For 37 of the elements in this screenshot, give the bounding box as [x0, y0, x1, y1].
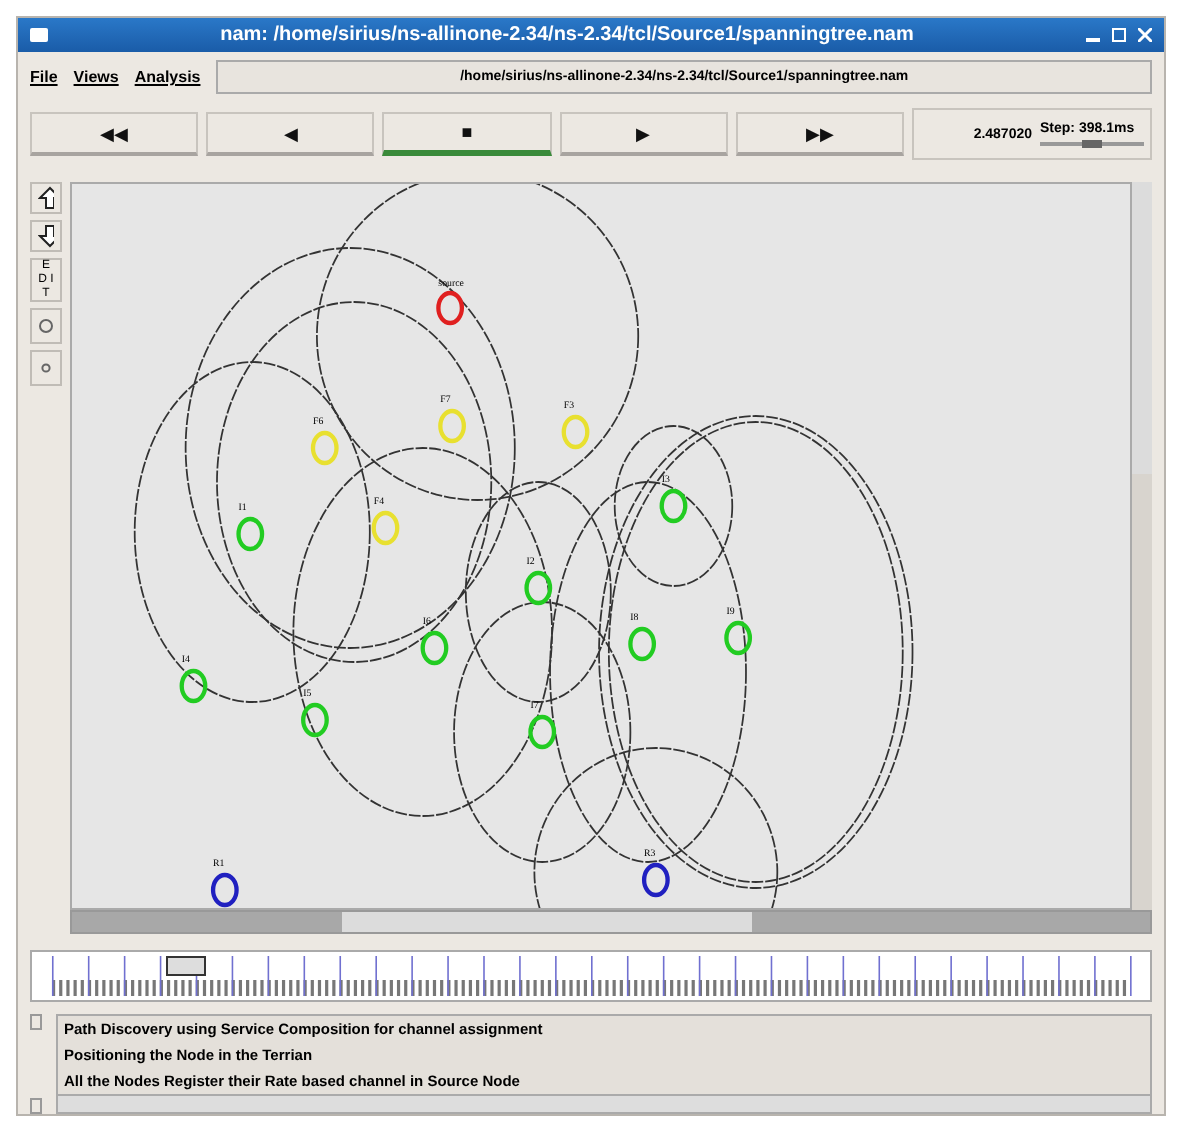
menu-item[interactable]: Analysis	[134, 68, 201, 86]
playback-button[interactable]: ▶	[559, 112, 728, 156]
menu-item[interactable]: Views	[73, 68, 119, 86]
zoom-in-button[interactable]	[30, 182, 62, 214]
close-icon[interactable]	[1138, 28, 1152, 42]
network-node[interactable]	[724, 620, 753, 656]
horizontal-scrollbar[interactable]	[70, 910, 1152, 934]
playback-button[interactable]: ◀◀	[30, 112, 199, 156]
network-node[interactable]	[420, 630, 449, 666]
network-node[interactable]	[436, 290, 465, 326]
playback-button[interactable]: ■	[382, 112, 552, 156]
network-node[interactable]	[628, 626, 657, 662]
dot-tool-button[interactable]	[30, 350, 62, 386]
network-node[interactable]	[641, 862, 670, 898]
window-title: nam: /home/sirius/ns-allinone-2.34/ns-2.34/tcl/Source1/spanningtree.nam	[218, 24, 916, 46]
network-node[interactable]	[236, 516, 265, 552]
playback-button[interactable]: ▶▶	[735, 112, 905, 156]
circle-tool-button[interactable]	[30, 308, 62, 344]
network-node[interactable]	[524, 570, 553, 606]
menu-item[interactable]: File	[30, 68, 58, 86]
network-node[interactable]	[210, 872, 239, 908]
step-slider-thumb[interactable]	[1082, 140, 1103, 148]
playback-button[interactable]: ◀	[206, 112, 375, 156]
annotation-scrollbar[interactable]	[58, 1094, 1150, 1112]
network-node[interactable]	[179, 668, 208, 704]
network-node[interactable]	[528, 714, 557, 750]
network-node[interactable]	[301, 702, 329, 738]
timeline-marker[interactable]	[166, 956, 207, 976]
network-node[interactable]	[659, 488, 688, 524]
vertical-scrollbar[interactable]	[1132, 182, 1152, 910]
timeline[interactable]	[30, 950, 1152, 1002]
scroll-up-icon[interactable]	[30, 1014, 42, 1030]
circle-icon	[38, 318, 54, 334]
dot-icon	[40, 362, 52, 374]
maximize-icon[interactable]	[1112, 28, 1126, 42]
zoom-out-button[interactable]	[30, 220, 62, 252]
scroll-down-icon[interactable]	[30, 1098, 42, 1114]
